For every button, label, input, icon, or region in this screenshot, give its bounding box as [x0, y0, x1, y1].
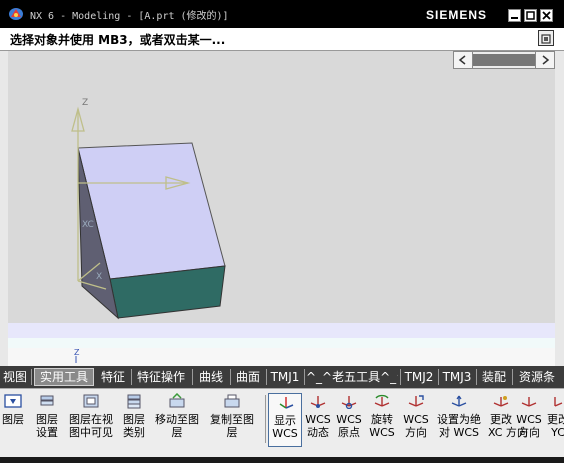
- floor-band: [8, 323, 555, 338]
- title-bar: NX 6 - Modeling - [A.prt (修改的)] SIEMENS: [0, 0, 564, 28]
- tab-curve[interactable]: 曲线: [195, 368, 227, 386]
- maximize-icon: [526, 11, 535, 20]
- graphics-window[interactable]: Z XC X Z: [8, 51, 555, 366]
- axis-xc-label: XC: [82, 220, 94, 230]
- wcs-direction-icon: [521, 397, 537, 407]
- change-xc-icon: [493, 396, 509, 407]
- toolbar-separator: [265, 395, 266, 443]
- tab-resource-bar[interactable]: 资源条: [514, 368, 560, 386]
- restore-layout-button[interactable]: [538, 30, 554, 46]
- scroll-right-button[interactable]: [535, 52, 554, 68]
- nx-window: NX 6 - Modeling - [A.prt (修改的)] SIEMENS …: [0, 0, 564, 463]
- copy-to-layer-button[interactable]: 复制至图 层: [204, 393, 260, 447]
- layer-visible-in-view-button[interactable]: 图层在视 图中可见: [64, 393, 118, 447]
- tab-utilities[interactable]: 实用工具: [34, 368, 94, 386]
- change-yc-icon: [554, 397, 563, 407]
- display-wcs-icon: [279, 397, 294, 409]
- tab-tmj2[interactable]: TMJ2: [402, 368, 436, 386]
- tab-tmj1[interactable]: TMJ1: [268, 368, 302, 386]
- prompt-text: 选择对象并使用 MB3，或者双击某一...: [10, 33, 226, 47]
- floor-band: [8, 348, 555, 366]
- wcs-dynamic-icon: [310, 396, 326, 408]
- siemens-brand: SIEMENS: [426, 8, 488, 22]
- wcs-orient-button[interactable]: WCS 方向: [401, 393, 431, 447]
- arrow-right-icon: [542, 55, 550, 65]
- arrow-left-icon: [458, 55, 466, 65]
- rotate-wcs-icon: [374, 394, 390, 407]
- display-wcs-button[interactable]: 显示 WCS: [268, 393, 302, 447]
- close-button[interactable]: [540, 9, 553, 22]
- change-yc-direction-button[interactable]: 更改 YC: [544, 393, 564, 447]
- layer-visible-icon: [83, 394, 99, 408]
- wcs-origin-button[interactable]: WCS 原点: [333, 393, 365, 447]
- wcs-z-label: Z: [74, 348, 80, 357]
- move-to-layer-button[interactable]: 移动至图 层: [150, 393, 204, 447]
- wcs-orient-icon: [408, 395, 424, 407]
- axis-x-label: X: [96, 272, 102, 282]
- rotate-wcs-button[interactable]: 旋转 WCS: [367, 393, 397, 447]
- scroll-thumb[interactable]: [473, 54, 535, 66]
- model-view[interactable]: Z XC X Z: [8, 51, 555, 366]
- tab-view[interactable]: 视图: [0, 368, 30, 386]
- set-absolute-wcs-button[interactable]: 设置为绝 对 WCS: [432, 393, 486, 447]
- layer-icon: [4, 394, 22, 408]
- view-scrollbar[interactable]: [453, 51, 555, 69]
- minimize-icon: [511, 17, 518, 19]
- change-xc-direction-button[interactable]: 更改 XC 方向: [488, 393, 528, 447]
- close-icon: [542, 11, 551, 20]
- nx-logo-icon: [9, 8, 23, 20]
- prompt-bar: 选择对象并使用 MB3，或者双击某一...: [0, 28, 564, 51]
- tab-laowu-tools[interactable]: ^_^老五工具^_^: [306, 368, 398, 386]
- move-to-layer-icon: [169, 393, 185, 408]
- tab-assembly[interactable]: 装配: [478, 368, 510, 386]
- tab-surface[interactable]: 曲面: [232, 368, 264, 386]
- toolbar-tabs: 视图 实用工具 特征 特征操作 曲线 曲面 TMJ1 ^_^老五工具^_^ TM…: [0, 366, 564, 388]
- tab-feature[interactable]: 特征: [97, 368, 129, 386]
- floor-band: [8, 338, 555, 348]
- layer-button[interactable]: 图层: [0, 393, 26, 447]
- utilities-toolbar: 图层 图层 设置 图层在视 图中可见 图层 类别 移动至图 层 复制至图 层 显…: [0, 388, 564, 463]
- wcs-direction-button[interactable]: WCS 方向: [516, 393, 542, 447]
- tab-tmj3[interactable]: TMJ3: [440, 368, 474, 386]
- window-restore-icon: [541, 34, 551, 44]
- layer-category-icon: [127, 394, 141, 409]
- copy-to-layer-icon: [224, 394, 240, 408]
- wcs-dynamic-button[interactable]: WCS 动态: [303, 393, 333, 447]
- minimize-button[interactable]: [508, 9, 521, 22]
- maximize-button[interactable]: [524, 9, 537, 22]
- wcs-origin-icon: [341, 396, 357, 409]
- layer-settings-button[interactable]: 图层 设置: [32, 393, 62, 447]
- tab-feature-ops[interactable]: 特征操作: [133, 368, 189, 386]
- layer-settings-icon: [40, 395, 54, 406]
- axis-z-label: Z: [82, 98, 88, 108]
- scroll-left-button[interactable]: [454, 52, 473, 68]
- layer-category-button[interactable]: 图层 类别: [118, 393, 150, 447]
- window-title: NX 6 - Modeling - [A.prt (修改的)]: [30, 11, 229, 22]
- set-absolute-wcs-icon: [451, 395, 467, 407]
- status-strip: [0, 457, 564, 463]
